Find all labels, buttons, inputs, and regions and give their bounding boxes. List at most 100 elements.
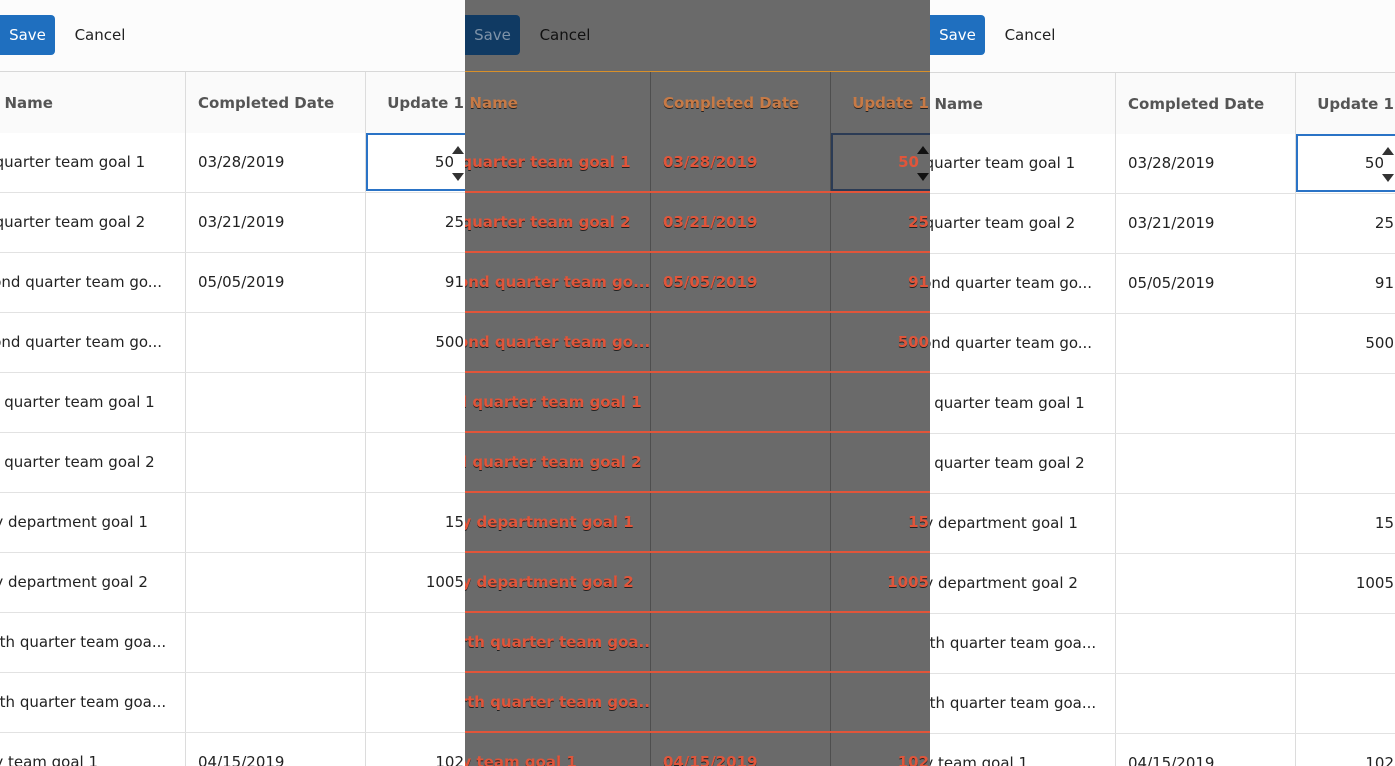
cell-completed-date[interactable]: 03/21/2019 — [185, 193, 366, 252]
cell-goal-name[interactable]: urth quarter team goa... — [465, 673, 651, 731]
table-row[interactable]: rly team goal 1 04/15/2019 102 — [0, 733, 465, 766]
column-header-update-1[interactable]: Update 1 — [365, 72, 465, 134]
cell-update-1[interactable] — [1295, 434, 1395, 493]
column-header-goal-name[interactable]: al Name — [930, 73, 1116, 135]
cell-goal-name[interactable]: t quarter team goal 1 — [465, 133, 651, 191]
cancel-button[interactable]: Cancel — [527, 15, 603, 55]
table-row[interactable]: urth quarter team goa... — [465, 613, 930, 673]
table-row[interactable]: rd quarter team goal 1 — [0, 373, 465, 433]
cell-goal-name[interactable]: rly department goal 2 — [930, 554, 1116, 613]
cell-update-1[interactable] — [1295, 374, 1395, 433]
table-row[interactable]: t quarter team goal 1 03/28/2019 — [465, 133, 930, 193]
cell-goal-name[interactable]: rly team goal 1 — [465, 733, 651, 766]
cell-goal-name[interactable]: rly department goal 1 — [930, 494, 1116, 553]
caret-down-icon[interactable] — [1382, 174, 1394, 182]
cell-completed-date[interactable] — [185, 433, 366, 492]
cell-update-1[interactable] — [1295, 674, 1395, 733]
cell-update-1[interactable] — [1295, 614, 1395, 673]
update-1-editor[interactable] — [366, 133, 465, 191]
cell-goal-name[interactable]: rd quarter team goal 2 — [930, 434, 1116, 493]
cell-update-1[interactable]: 91 — [830, 253, 930, 311]
cell-goal-name[interactable]: urth quarter team goa... — [0, 673, 186, 732]
cell-completed-date[interactable] — [650, 673, 831, 731]
cell-update-1[interactable]: 25 — [1295, 194, 1395, 253]
cell-update-1[interactable]: 91 — [1295, 254, 1395, 313]
cell-goal-name[interactable]: cond quarter team go... — [465, 253, 651, 311]
cell-completed-date[interactable] — [650, 433, 831, 491]
table-row[interactable]: t quarter team goal 2 03/21/2019 25 — [465, 193, 930, 253]
table-row[interactable]: rd quarter team goal 2 — [930, 434, 1395, 494]
cell-completed-date[interactable]: 05/05/2019 — [650, 253, 831, 311]
cell-completed-date[interactable]: 05/05/2019 — [185, 253, 366, 312]
cell-completed-date[interactable] — [185, 613, 366, 672]
column-header-update-1[interactable]: Update 1 — [830, 72, 930, 134]
cell-update-1[interactable] — [365, 373, 465, 432]
cell-goal-name[interactable]: t quarter team goal 2 — [0, 193, 186, 252]
cell-goal-name[interactable]: rd quarter team goal 1 — [465, 373, 651, 431]
update-1-editor[interactable] — [1296, 134, 1395, 192]
table-row[interactable]: rd quarter team goal 1 — [930, 374, 1395, 434]
cell-update-1[interactable]: 102 — [1295, 734, 1395, 766]
cell-completed-date[interactable] — [650, 613, 831, 671]
cell-update-1[interactable]: 25 — [830, 193, 930, 251]
cell-completed-date[interactable]: 04/15/2019 — [650, 733, 831, 766]
cell-completed-date[interactable] — [1115, 314, 1296, 373]
caret-up-icon[interactable] — [452, 146, 464, 154]
caret-down-icon[interactable] — [452, 173, 464, 181]
cell-completed-date[interactable] — [1115, 554, 1296, 613]
cell-goal-name[interactable]: cond quarter team go... — [0, 313, 186, 372]
cell-update-1[interactable] — [830, 613, 930, 671]
column-header-completed-date[interactable]: Completed Date — [185, 72, 366, 134]
cell-update-1[interactable]: 91 — [365, 253, 465, 312]
cell-goal-name[interactable]: rly team goal 1 — [930, 734, 1116, 766]
table-row[interactable]: rd quarter team goal 1 — [465, 373, 930, 433]
cell-completed-date[interactable] — [1115, 494, 1296, 553]
save-button[interactable]: Save — [930, 15, 985, 55]
cell-completed-date[interactable] — [1115, 614, 1296, 673]
cell-update-1[interactable] — [365, 433, 465, 492]
column-header-goal-name[interactable]: al Name — [0, 72, 186, 134]
cell-goal-name[interactable]: t quarter team goal 2 — [930, 194, 1116, 253]
cell-update-1[interactable]: 15 — [830, 493, 930, 551]
table-row[interactable]: rd quarter team goal 2 — [0, 433, 465, 493]
cancel-button[interactable]: Cancel — [992, 15, 1068, 55]
caret-down-icon[interactable] — [917, 173, 929, 181]
update-1-number-input[interactable] — [839, 135, 919, 189]
table-row[interactable]: rly department goal 1 15 — [0, 493, 465, 553]
cell-goal-name[interactable]: rd quarter team goal 1 — [0, 373, 186, 432]
cell-completed-date[interactable] — [650, 493, 831, 551]
table-row[interactable]: rly department goal 1 15 — [930, 494, 1395, 554]
table-row[interactable]: urth quarter team goa... — [930, 674, 1395, 734]
cell-completed-date[interactable]: 05/05/2019 — [1115, 254, 1296, 313]
cell-completed-date[interactable] — [185, 373, 366, 432]
table-row[interactable]: rly department goal 2 1005 — [465, 553, 930, 613]
cell-goal-name[interactable]: rd quarter team goal 1 — [930, 374, 1116, 433]
cell-completed-date[interactable]: 03/21/2019 — [650, 193, 831, 251]
save-button[interactable]: Save — [465, 15, 520, 55]
caret-up-icon[interactable] — [1382, 147, 1394, 155]
cell-update-1[interactable]: 1005 — [365, 553, 465, 612]
cell-goal-name[interactable]: urth quarter team goa... — [930, 614, 1116, 673]
cell-completed-date[interactable]: 03/28/2019 — [1115, 134, 1296, 193]
cell-goal-name[interactable]: cond quarter team go... — [930, 314, 1116, 373]
cell-goal-name[interactable]: cond quarter team go... — [930, 254, 1116, 313]
cell-update-1[interactable] — [365, 673, 465, 732]
cell-update-1[interactable]: 500 — [830, 313, 930, 371]
cell-completed-date[interactable]: 03/21/2019 — [1115, 194, 1296, 253]
cell-completed-date[interactable] — [1115, 434, 1296, 493]
cell-update-1[interactable]: 15 — [365, 493, 465, 552]
column-header-completed-date[interactable]: Completed Date — [650, 72, 831, 134]
cell-update-1[interactable]: 500 — [365, 313, 465, 372]
update-1-editor[interactable] — [831, 133, 930, 191]
table-row[interactable]: rly department goal 1 15 — [465, 493, 930, 553]
save-button[interactable]: Save — [0, 15, 55, 55]
cell-update-1[interactable]: 102 — [365, 733, 465, 766]
cell-update-1[interactable] — [830, 373, 930, 431]
cell-update-1[interactable] — [365, 613, 465, 672]
cell-goal-name[interactable]: cond quarter team go... — [465, 313, 651, 371]
cell-goal-name[interactable]: urth quarter team goa... — [0, 613, 186, 672]
cell-update-1[interactable]: 1005 — [830, 553, 930, 611]
cell-completed-date[interactable] — [1115, 374, 1296, 433]
cell-goal-name[interactable]: rd quarter team goal 2 — [465, 433, 651, 491]
cell-goal-name[interactable]: t quarter team goal 1 — [930, 134, 1116, 193]
